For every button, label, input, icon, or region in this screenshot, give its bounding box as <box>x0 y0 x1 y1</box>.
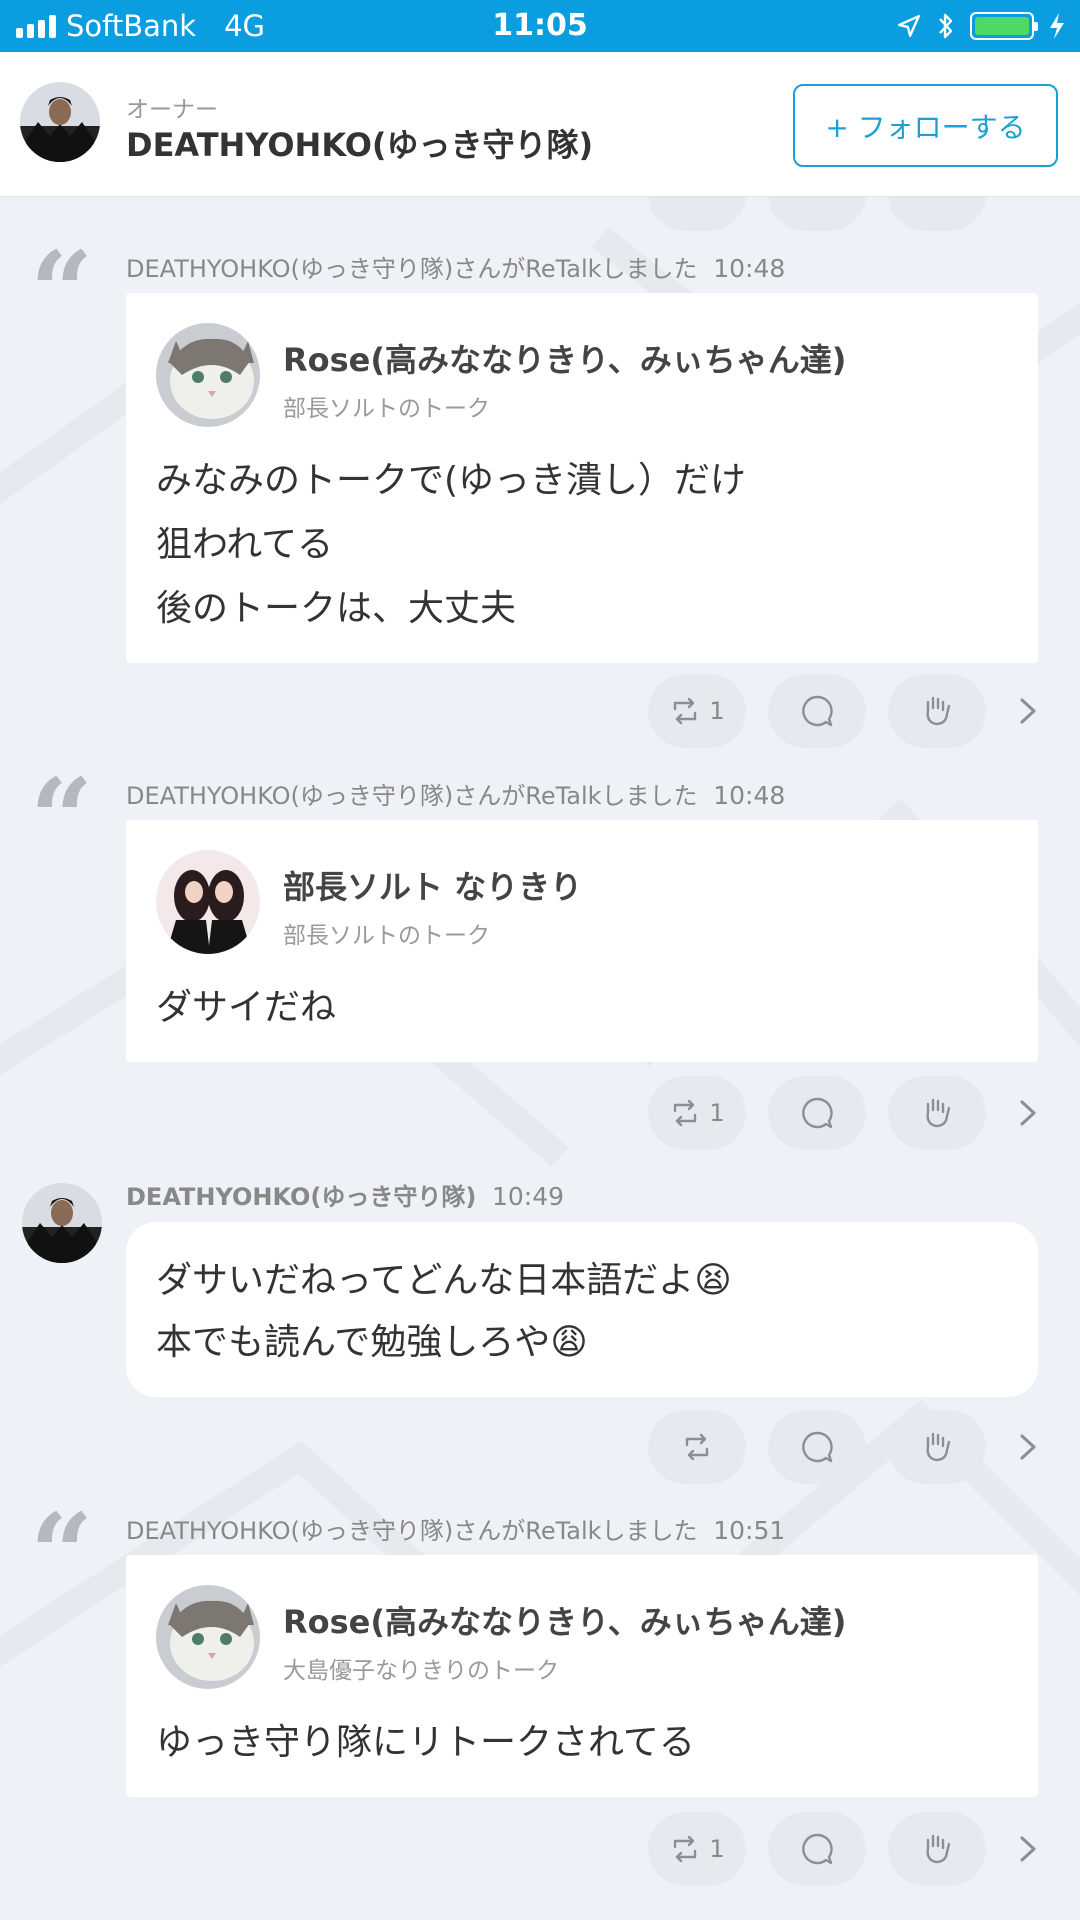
comment-button[interactable] <box>768 1812 866 1886</box>
chevron-right-icon[interactable] <box>1013 1427 1043 1467</box>
author-avatar[interactable] <box>156 850 260 954</box>
author-name[interactable]: DEATHYOHKO(ゆっき守り隊) <box>126 1183 476 1211</box>
author-name[interactable]: Rose(高みななりきり、みぃちゃん達) <box>283 1597 846 1643</box>
retalk-button[interactable]: 1 <box>648 1076 746 1150</box>
chevron-right-icon[interactable] <box>1013 691 1043 731</box>
retalk-count: 1 <box>709 1099 725 1127</box>
talk-name[interactable]: 部長ソルトのトーク <box>283 916 490 950</box>
talk-card[interactable]: Rose(高みななりきり、みぃちゃん達) 大島優子なりきりのトーク ゆっき守り隊… <box>126 1555 1038 1797</box>
retalk-quote-icon: “ <box>30 754 94 883</box>
bluetooth-icon <box>939 13 953 39</box>
post-line: ダサいだねってどんな日本語だよ😫 <box>156 1260 732 1301</box>
post-time: 10:48 <box>713 781 786 810</box>
owner-avatar[interactable] <box>20 82 100 162</box>
clap-button[interactable] <box>888 674 986 748</box>
retalk-button[interactable] <box>648 1410 746 1484</box>
retalk-notice: DEATHYOHKO(ゆっき守り隊)さんがReTalkしました 10:48 <box>126 776 785 811</box>
retalk-icon <box>674 697 697 725</box>
post-line: 狙われてる <box>156 524 334 565</box>
own-post-header: DEATHYOHKO(ゆっき守り隊) 10:49 <box>126 1177 564 1212</box>
clap-button[interactable] <box>888 1812 986 1886</box>
post-line: ゆっき守り隊にリトークされてる <box>156 1722 695 1763</box>
talk-feed[interactable]: “ DEATHYOHKO(ゆっき守り隊)さんがReTalkしました 10:48 … <box>0 197 1080 1920</box>
retalk-quote-icon: “ <box>30 227 94 356</box>
post-line: みなみのトークで(ゆっき潰し）だけ <box>156 460 747 501</box>
status-left: SoftBank 4G <box>16 0 265 52</box>
retalk-text: DEATHYOHKO(ゆっき守り隊)さんがReTalkしました <box>126 255 698 283</box>
author-avatar[interactable] <box>156 1585 260 1689</box>
post-body: みなみのトークで(ゆっき潰し）だけ 狙われてる 後のトークは、大丈夫 <box>156 449 746 641</box>
retalk-icon <box>685 1433 709 1461</box>
talk-card[interactable]: 部長ソルト なりきり 部長ソルトのトーク ダサイだね <box>126 820 1038 1062</box>
location-icon <box>898 15 920 37</box>
retalk-icon <box>674 1099 697 1127</box>
comment-button[interactable] <box>768 674 866 748</box>
network-label: 4G <box>224 9 265 43</box>
post-body: ダサイだね <box>156 976 336 1040</box>
retalk-quote-icon: “ <box>30 1489 94 1618</box>
retalk-icon <box>674 1835 697 1863</box>
retalk-notice: DEATHYOHKO(ゆっき守り隊)さんがReTalkしました 10:48 <box>126 249 785 284</box>
retalk-button[interactable]: 1 <box>648 674 746 748</box>
carrier-label: SoftBank <box>66 9 197 43</box>
own-post-bubble[interactable]: ダサいだねってどんな日本語だよ😫 本でも読んで勉強しろや😩 <box>126 1222 1038 1397</box>
author-avatar[interactable] <box>156 323 260 427</box>
retalk-notice: DEATHYOHKO(ゆっき守り隊)さんがReTalkしました 10:51 <box>126 1511 785 1546</box>
comment-icon <box>802 695 833 727</box>
clap-icon <box>926 1098 951 1128</box>
comment-icon <box>802 1833 833 1865</box>
clap-button[interactable] <box>888 1410 986 1484</box>
chevron-right-icon[interactable] <box>1013 1829 1043 1869</box>
retalk-text: DEATHYOHKO(ゆっき守り隊)さんがReTalkしました <box>126 1517 698 1545</box>
signal-icon <box>16 14 56 38</box>
status-bar: SoftBank 4G 11:05 <box>0 0 1080 52</box>
talk-name[interactable]: 部長ソルトのトーク <box>283 389 490 423</box>
comment-button[interactable] <box>768 1076 866 1150</box>
post-time: 10:49 <box>492 1182 565 1211</box>
comment-icon <box>802 1097 833 1129</box>
post-time: 10:48 <box>713 254 786 283</box>
charging-icon <box>1050 13 1064 39</box>
status-right <box>896 0 1066 52</box>
follow-button[interactable]: + フォローする <box>793 84 1058 167</box>
retalk-text: DEATHYOHKO(ゆっき守り隊)さんがReTalkしました <box>126 782 698 810</box>
post-body: ダサいだねってどんな日本語だよ😫 本でも読んで勉強しろや😩 <box>156 1250 732 1374</box>
talk-name[interactable]: 大島優子なりきりのトーク <box>283 1651 559 1685</box>
comment-button[interactable] <box>768 1410 866 1484</box>
author-name[interactable]: 部長ソルト なりきり <box>283 862 582 908</box>
clap-icon <box>926 696 951 726</box>
comment-icon <box>802 1431 833 1463</box>
clap-icon <box>926 1834 951 1864</box>
post-body: ゆっき守り隊にリトークされてる <box>156 1711 695 1775</box>
battery-icon <box>970 12 1038 40</box>
author-name[interactable]: Rose(高みななりきり、みぃちゃん達) <box>283 335 846 381</box>
chevron-right-icon[interactable] <box>1013 1093 1043 1133</box>
retalk-button[interactable]: 1 <box>648 1812 746 1886</box>
post-line: 後のトークは、大丈夫 <box>156 588 517 629</box>
owner-name: DEATHYOHKO(ゆっき守り隊) <box>126 126 594 164</box>
author-avatar[interactable] <box>22 1183 102 1263</box>
retalk-count: 1 <box>709 697 725 725</box>
post-time: 10:51 <box>713 1516 786 1545</box>
retalk-count: 1 <box>709 1835 725 1863</box>
talk-card[interactable]: Rose(高みななりきり、みぃちゃん達) 部長ソルトのトーク みなみのトークで(… <box>126 293 1038 663</box>
owner-header: オーナー DEATHYOHKO(ゆっき守り隊) + フォローする <box>0 52 1080 197</box>
clap-icon <box>926 1432 951 1462</box>
clap-button[interactable] <box>888 1076 986 1150</box>
owner-role-label: オーナー <box>126 97 218 123</box>
post-line: 本でも読んで勉強しろや😩 <box>156 1322 588 1363</box>
post-line: ダサイだね <box>156 987 337 1028</box>
